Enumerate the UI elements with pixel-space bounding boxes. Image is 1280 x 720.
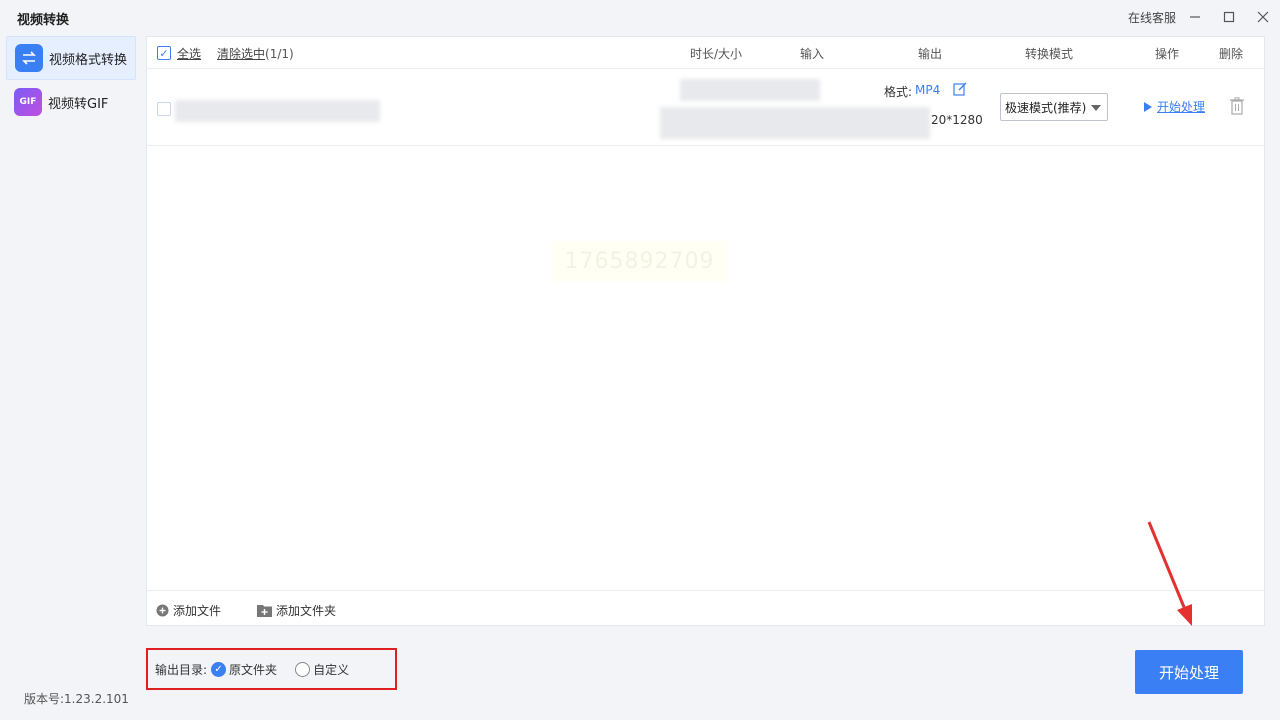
column-output: 输出 <box>918 47 943 61</box>
output-resolution: 20*1280 <box>931 113 983 127</box>
maximize-icon <box>1223 11 1235 23</box>
clear-selected-link[interactable]: 清除选中 <box>217 47 265 61</box>
redacted-filename <box>175 100 380 122</box>
radio-original-folder-label: 原文件夹 <box>229 662 278 677</box>
radio-custom-label: 自定义 <box>313 662 350 677</box>
sidebar-item-video-format-convert[interactable]: 视频格式转换 <box>6 36 136 80</box>
title-bar: 视频转换 在线客服 <box>0 0 1280 34</box>
output-directory-label: 输出目录: <box>155 662 208 677</box>
start-processing-button[interactable]: 开始处理 <box>1135 650 1243 694</box>
conversion-mode-value: 极速模式(推荐) <box>1005 100 1087 115</box>
online-support-link[interactable]: 在线客服 <box>1128 9 1176 26</box>
sidebar-item-video-to-gif[interactable]: GIF 视频转GIF <box>6 80 136 124</box>
sidebar: 视频格式转换 GIF 视频转GIF 版本号:1.23.2.101 <box>0 34 140 720</box>
version-label: 版本号:1.23.2.101 <box>24 692 129 706</box>
selected-count: (1/1) <box>265 47 294 61</box>
minimize-icon <box>1190 16 1200 18</box>
trash-icon[interactable] <box>1229 97 1245 115</box>
table-row: 格式: MP4 20*1280 极速模式(推荐) 开始处理 <box>147 69 1264 146</box>
output-format-value[interactable]: MP4 <box>915 83 940 97</box>
app-title: 视频转换 <box>17 13 70 28</box>
annotation-arrow-icon <box>1147 521 1192 626</box>
minimize-button[interactable] <box>1184 6 1206 28</box>
column-action: 操作 <box>1155 47 1180 61</box>
edit-icon[interactable] <box>952 81 968 97</box>
column-delete: 删除 <box>1219 47 1244 61</box>
add-file-button[interactable]: 添加文件 <box>156 602 221 619</box>
add-folder-button[interactable]: 添加文件夹 <box>257 602 336 619</box>
close-icon <box>1257 11 1269 23</box>
select-all-link[interactable]: 全选 <box>177 45 201 62</box>
redacted-duration <box>680 79 820 101</box>
row-start-label: 开始处理 <box>1157 100 1206 114</box>
close-button[interactable] <box>1252 6 1274 28</box>
select-all-checkbox[interactable]: ✓ <box>157 46 171 60</box>
sidebar-item-label: 视频格式转换 <box>49 52 128 68</box>
column-mode: 转换模式 <box>1025 47 1074 61</box>
conversion-mode-select[interactable]: 极速模式(推荐) <box>1000 93 1108 121</box>
gif-icon: GIF <box>14 88 42 116</box>
maximize-button[interactable] <box>1218 6 1240 28</box>
chevron-down-icon <box>1091 105 1101 111</box>
output-format-label: 格式: <box>884 85 913 99</box>
output-directory-group: 输出目录: ✓ 原文件夹 自定义 <box>146 648 397 690</box>
radio-original-folder[interactable]: ✓ <box>211 661 227 677</box>
swap-arrows-icon <box>15 44 43 72</box>
add-file-label: 添加文件 <box>173 604 222 618</box>
play-icon <box>1144 101 1152 112</box>
file-list-panel: ✓ 全选 清除选中(1/1) 时长/大小 输入 输出 转换模式 操作 删除 格式… <box>146 36 1265 626</box>
column-duration-size: 时长/大小 <box>690 47 743 61</box>
table-header: ✓ 全选 清除选中(1/1) 时长/大小 输入 输出 转换模式 操作 删除 <box>147 37 1264 69</box>
file-list-footer: 添加文件 添加文件夹 <box>147 590 1264 626</box>
watermark: 1765892709 <box>552 241 727 281</box>
row-checkbox[interactable] <box>157 102 171 116</box>
radio-custom[interactable] <box>295 661 311 677</box>
folder-plus-icon <box>257 604 272 617</box>
column-input: 输入 <box>800 47 825 61</box>
clear-selected-group: 清除选中(1/1) <box>217 45 294 62</box>
row-start-button[interactable]: 开始处理 <box>1144 98 1205 115</box>
plus-circle-icon <box>156 604 169 617</box>
redacted-input-info <box>660 107 930 139</box>
add-folder-label: 添加文件夹 <box>276 604 337 618</box>
sidebar-item-label: 视频转GIF <box>48 96 109 112</box>
